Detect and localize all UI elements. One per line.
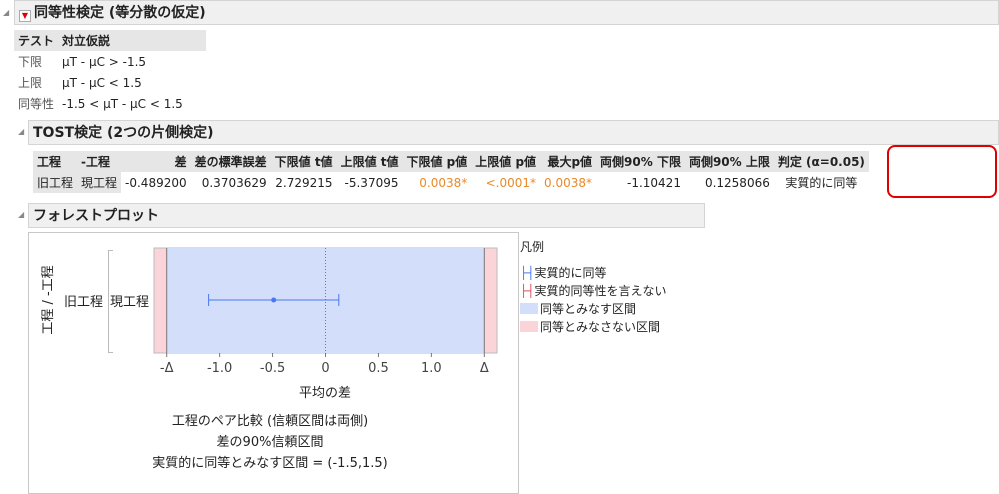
legend-item: 同等とみなす区間 [520,300,636,318]
x-tick-label: 0.5 [368,361,389,376]
x-tick-label: 1.0 [421,361,442,376]
legend-item: ├┤実質的同等性を言えない [520,284,667,298]
caption: 実質的に同等とみなす区間 = (-1.5,1.5) [152,456,388,471]
legend-item: 同等とみなさない区間 [520,318,660,336]
x-tick-label: -Δ [160,361,174,376]
swatch-blue [520,303,538,314]
x-axis-label: 平均の差 [298,386,351,401]
forest-plot: -Δ -1.0 -0.5 0 0.5 1.0 Δ [153,247,498,376]
ci-blue-icon: ├┤ [520,266,535,280]
estimate-point [271,297,277,303]
caption: 工程のペア比較 (信頼区間は両側) [171,414,369,429]
x-tick-label: Δ [480,361,489,376]
caption: 差の90%信頼区間 [216,435,324,450]
x-tick-label: 0 [321,361,329,376]
x-tick-label: -1.0 [207,361,232,376]
legend-item: ├┤実質的に同等 [520,266,607,280]
x-tick-label: -0.5 [260,361,285,376]
legend-title: 凡例 [520,240,545,254]
ci-red-icon: ├┤ [520,284,535,298]
swatch-pink [520,321,538,332]
